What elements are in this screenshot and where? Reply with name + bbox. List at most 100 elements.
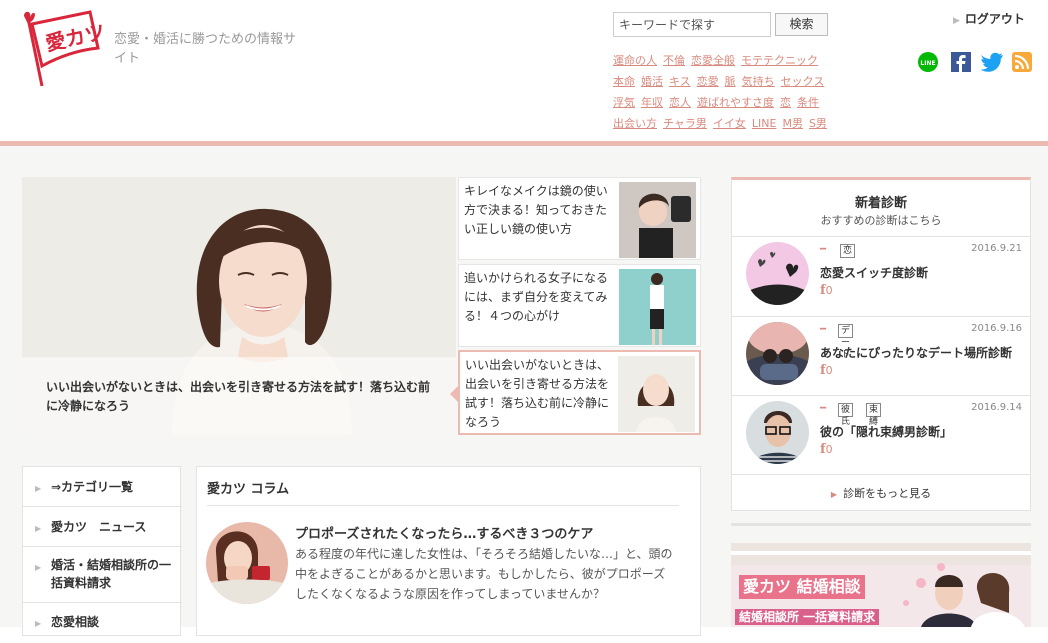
tag-link[interactable]: セックス — [781, 75, 825, 88]
featured-article-thumbnail — [619, 182, 696, 258]
svg-text:LINE: LINE — [920, 60, 935, 67]
twitter-icon[interactable] — [981, 52, 1003, 72]
diagnosis-date: 2016.9.14 — [971, 402, 1022, 413]
category-menu: ▶ ⇒カテゴリ一覧 ▶ 愛カツ ニュース ▶ 婚活・結婚相談所の一括資料請求 ▶ 恋愛相… — [22, 466, 182, 636]
tag-row: 出会い方 チャラ男 イイ女 LINE M男 S男 — [613, 113, 883, 134]
diagnosis-subtitle: おすすめの診断はこちら — [820, 214, 942, 227]
diagnosis-item[interactable]: ━ 恋 2016.9.21 恋愛スイッチ度診断 f0 — [732, 237, 1030, 316]
tag-link[interactable]: 脈 — [725, 75, 736, 88]
featured-article-active[interactable]: いい出会いがないときは、出会いを引き寄せる方法を試す！落ち込む前に冷静になろう — [450, 350, 701, 435]
category-item[interactable]: ▶ ⇒カテゴリ一覧 — [23, 467, 182, 507]
featured-article-title: いい出会いがないときは、出会いを引き寄せる方法を試す！落ち込む前に冷静になろう — [465, 358, 610, 429]
category-item[interactable]: ▶ 恋愛相談 — [23, 603, 182, 643]
more-diagnosis-link[interactable]: ▶ 診断をもっと見る — [732, 485, 1030, 501]
tag-link[interactable]: キス — [669, 75, 691, 88]
tag-row: 運命の人 不倫 恋愛全般 モテテクニック — [613, 50, 883, 71]
diagnosis-date: 2016.9.21 — [971, 243, 1022, 254]
tag-link[interactable]: 恋愛 — [697, 75, 719, 88]
triangle-icon: ▶ — [35, 484, 42, 493]
logout-label: ログアウト — [964, 12, 1025, 26]
marriage-consult-banner[interactable]: 愛カツ 結婚相談 結婚相談所 一括資料請求 — [731, 543, 1031, 627]
diagnosis-item-title: 彼の「隠れ束縛男診断」 — [820, 425, 953, 439]
diagnosis-tag[interactable]: 恋 — [840, 244, 856, 258]
more-diagnosis-label: 診断をもっと見る — [843, 487, 932, 500]
triangle-icon: ▶ — [830, 490, 838, 499]
tag-link[interactable]: 出会い方 — [613, 117, 657, 130]
tag-link[interactable]: 浮気 — [613, 96, 635, 109]
tag-row: 本命 婚活 キス 恋愛脈気持ち セックス — [613, 71, 883, 92]
tag-link[interactable]: 恋愛全般 — [691, 54, 735, 67]
logout-link[interactable]: ▶ ログアウト — [953, 10, 1025, 27]
tag-link[interactable]: S男 — [809, 117, 827, 130]
category-item[interactable]: ▶ 婚活・結婚相談所の一括資料請求 — [23, 547, 182, 603]
featured-article-list: キレイなメイクは鏡の使い方で決まる！知っておきたい正しい鏡の使い方 追いかけられ… — [450, 177, 701, 435]
diagnosis-thumbnail — [746, 242, 809, 305]
column-article-thumbnail[interactable] — [206, 522, 288, 604]
divider — [732, 474, 1030, 475]
featured-article[interactable]: 追いかけられる女子になるには、まず自分を変えてみる！４つの心がけ — [458, 264, 701, 347]
tag-dash-icon: ━ — [820, 244, 827, 255]
site-tagline: 恋愛・婚活に勝つための情報サイト — [114, 32, 297, 66]
facebook-count: f0 — [820, 442, 833, 457]
triangle-icon: ▶ — [35, 563, 42, 572]
sidebar-divider — [731, 523, 1031, 526]
tag-cloud: 運命の人 不倫 恋愛全般 モテテクニック 本命 婚活 キス 恋愛脈気持ち セックス 浮気 年収恋… — [613, 50, 883, 134]
site-logo[interactable]: 愛カツ — [20, 8, 107, 90]
tag-link[interactable]: 恋人 — [669, 96, 691, 109]
triangle-icon: ▶ — [35, 619, 42, 628]
diagnosis-item-title: あなたにぴったりなデート場所診断 — [820, 346, 1013, 360]
new-diagnosis-panel: 新着診断 おすすめの診断はこちら ━ 恋 2016.9.21 恋愛スイッチ度診断… — [731, 177, 1031, 511]
featured-article-thumbnail — [619, 269, 696, 345]
category-item[interactable]: ▶ 愛カツ ニュース — [23, 507, 182, 547]
count-value: 0 — [825, 443, 833, 456]
tag-link[interactable]: 年収 — [641, 96, 663, 109]
facebook-icon[interactable] — [951, 52, 971, 72]
tag-link[interactable]: 条件 — [797, 96, 819, 109]
diagnosis-item[interactable]: ━ 彼氏 束縛 2016.9.14 彼の「隠れ束縛男診断」 f0 — [732, 396, 1030, 475]
column-divider — [207, 505, 679, 506]
featured-article[interactable]: キレイなメイクは鏡の使い方で決まる！知っておきたい正しい鏡の使い方 — [458, 177, 701, 260]
diagnosis-item[interactable]: ━ デート 2016.9.16 あなたにぴったりなデート場所診断 f0 — [732, 317, 1030, 396]
diagnosis-thumbnail — [746, 322, 809, 385]
tag-link[interactable]: 不倫 — [663, 54, 685, 67]
search-button[interactable]: 検索 — [775, 13, 828, 36]
diagnosis-tag[interactable]: 束縛 — [866, 403, 882, 427]
site-header: 愛カツ 恋愛・婚活に勝つための情報サイト 検索 ▶ ログアウト 運命の人不倫恋愛全… — [0, 0, 1048, 142]
featured-article-title: 追いかけられる女子になるには、まず自分を変えてみる！４つの心がけ — [464, 271, 609, 323]
hero-caption: いい出会いがないときは、出会いを引き寄せる方法を試す！落ち込む前に冷静になろう — [22, 357, 456, 435]
diagnosis-tag[interactable]: デート — [838, 324, 854, 360]
tag-row: 浮気 年収 恋人 遊ばれやすさ度恋条件 — [613, 92, 883, 113]
triangle-icon: ▶ — [35, 524, 42, 533]
category-label: ⇒カテゴリ一覧 — [51, 480, 134, 494]
featured-article-thumbnail — [618, 356, 695, 432]
banner-title: 愛カツ 結婚相談 — [739, 575, 865, 599]
hero-feature[interactable]: いい出会いがないときは、出会いを引き寄せる方法を試す！落ち込む前に冷静になろう — [22, 177, 456, 435]
tag-link[interactable]: 遊ばれやすさ度 — [697, 96, 774, 109]
tag-dash-icon: ━ — [820, 403, 827, 414]
diagnosis-tag[interactable]: 彼氏 — [838, 403, 854, 427]
tag-link[interactable]: 運命の人 — [613, 54, 657, 67]
diagnosis-item-title: 恋愛スイッチ度診断 — [820, 266, 929, 280]
column-article-title[interactable]: プロポーズされたくなったら…するべき３つのケア — [295, 523, 593, 542]
tag-link[interactable]: M男 — [782, 117, 803, 130]
tag-link[interactable]: LINE — [752, 117, 777, 130]
triangle-icon: ▶ — [953, 16, 960, 26]
tag-link[interactable]: 気持ち — [742, 75, 775, 88]
facebook-count: f0 — [820, 283, 833, 298]
rss-icon[interactable] — [1012, 52, 1032, 72]
tag-link[interactable]: 恋 — [780, 96, 791, 109]
tag-link[interactable]: 本命 — [613, 75, 635, 88]
tag-link[interactable]: 婚活 — [641, 75, 663, 88]
diagnosis-date: 2016.9.16 — [971, 323, 1022, 334]
diagnosis-title: 新着診断 — [854, 196, 907, 211]
tag-link[interactable]: モテテクニック — [741, 54, 818, 67]
tag-link[interactable]: チャラ男 — [663, 117, 707, 130]
column-article-excerpt: ある程度の年代に達した女性は、「そろそろ結婚したいな…」と、頭の中をよぎることが… — [295, 547, 673, 601]
facebook-count: f0 — [820, 363, 833, 378]
banner-subtitle: 結婚相談所 一括資料請求 — [735, 609, 880, 625]
tag-link[interactable]: イイ女 — [713, 117, 746, 130]
line-icon[interactable]: LINE — [918, 52, 938, 72]
active-pointer — [450, 385, 459, 403]
search-input[interactable] — [613, 12, 771, 37]
column-section: 愛カツ コラム プロポーズされたくなったら…するべき３つのケア ある程度の年代に… — [196, 466, 701, 636]
